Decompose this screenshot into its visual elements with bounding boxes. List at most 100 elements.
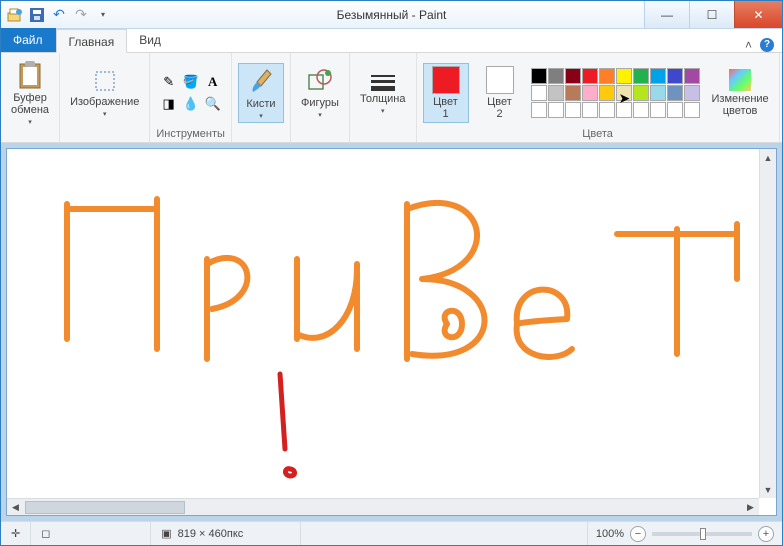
save-icon[interactable] <box>29 7 45 23</box>
color-swatch[interactable] <box>633 68 649 84</box>
app-icon <box>7 7 23 23</box>
group-tools: ✎ 🪣 A ◨ 💧 🔍 Инструменты <box>150 53 232 142</box>
tab-file[interactable]: Файл <box>1 28 56 52</box>
title-bar: ↶ ↷ ▾ Безымянный - Paint — ☐ ✕ <box>1 1 782 29</box>
color-swatch[interactable] <box>531 68 547 84</box>
ribbon: Буфер обмена ▾ Изображение ▾ ✎ 🪣 <box>1 53 782 143</box>
help-icon[interactable]: ? <box>760 38 774 52</box>
color-swatch[interactable] <box>684 68 700 84</box>
minimize-button[interactable]: — <box>644 1 689 28</box>
group-brushes: Кисти ▾ <box>232 53 291 142</box>
quick-access-toolbar: ↶ ↷ ▾ <box>1 7 111 23</box>
color-swatch[interactable] <box>616 85 632 101</box>
color-swatch[interactable] <box>616 102 632 118</box>
redo-icon[interactable]: ↷ <box>73 7 89 23</box>
fill-tool-icon[interactable]: 🪣 <box>181 72 201 92</box>
color1-button[interactable]: Цвет 1 <box>423 63 469 123</box>
maximize-button[interactable]: ☐ <box>689 1 734 28</box>
eraser-tool-icon[interactable]: ◨ <box>159 94 179 114</box>
scrollbar-thumb[interactable] <box>25 501 185 514</box>
zoom-out-button[interactable]: − <box>630 526 646 542</box>
color2-button[interactable]: Цвет 2 <box>477 64 523 122</box>
color-swatch[interactable] <box>531 85 547 101</box>
status-bar: ✛ ◻ ▣ 819 × 460пкс 100% − + <box>1 521 782 545</box>
scroll-left-icon[interactable]: ◀ <box>7 502 24 513</box>
color-swatch[interactable] <box>582 68 598 84</box>
chevron-down-icon: ▾ <box>28 118 32 126</box>
scroll-right-icon[interactable]: ▶ <box>742 502 759 513</box>
zoom-controls: 100% − + <box>588 526 782 542</box>
color-swatch[interactable] <box>650 85 666 101</box>
group-image: Изображение ▾ <box>60 53 150 142</box>
crosshair-icon: ✛ <box>11 527 20 540</box>
color2-swatch <box>486 66 514 94</box>
tab-home[interactable]: Главная <box>56 29 128 53</box>
zoom-slider[interactable] <box>652 532 752 536</box>
ribbon-tabs: Файл Главная Вид ˄ ? <box>1 29 782 53</box>
scroll-down-icon[interactable]: ▼ <box>760 481 776 498</box>
brushes-button[interactable]: Кисти ▾ <box>238 63 284 123</box>
chevron-down-icon: ▾ <box>259 112 263 120</box>
horizontal-scrollbar[interactable]: ◀ ▶ <box>7 498 759 515</box>
color-swatch[interactable] <box>565 102 581 118</box>
color-swatch[interactable] <box>599 85 615 101</box>
zoom-slider-knob[interactable] <box>700 528 706 540</box>
color-swatch[interactable] <box>548 102 564 118</box>
vertical-scrollbar[interactable]: ▲ ▼ <box>759 149 776 498</box>
color-swatch[interactable] <box>531 102 547 118</box>
color-swatch[interactable] <box>650 68 666 84</box>
color-swatch[interactable] <box>599 68 615 84</box>
ribbon-collapse-icon[interactable]: ˄ <box>745 38 752 52</box>
canvas[interactable]: ▲ ▼ ◀ ▶ <box>7 149 776 515</box>
color-swatch[interactable] <box>548 85 564 101</box>
color-swatch[interactable] <box>667 85 683 101</box>
color-swatch[interactable] <box>633 85 649 101</box>
color-swatch[interactable] <box>582 102 598 118</box>
zoom-tool-icon[interactable]: 🔍 <box>203 94 223 114</box>
close-button[interactable]: ✕ <box>734 1 782 28</box>
chevron-down-icon: ▾ <box>381 107 385 115</box>
color-swatch[interactable] <box>633 102 649 118</box>
color-swatch[interactable] <box>667 68 683 84</box>
zoom-in-button[interactable]: + <box>758 526 774 542</box>
qat-dropdown-icon[interactable]: ▾ <box>95 7 111 23</box>
scroll-up-icon[interactable]: ▲ <box>760 149 776 166</box>
chevron-down-icon: ▾ <box>103 110 107 118</box>
image-select-button[interactable]: Изображение ▾ <box>66 66 143 120</box>
canvas-size-label: 819 × 460пкс <box>178 528 244 540</box>
color-swatch[interactable] <box>582 85 598 101</box>
color-swatch[interactable] <box>684 85 700 101</box>
edit-colors-icon <box>729 69 751 91</box>
color-swatch[interactable] <box>548 68 564 84</box>
color1-swatch <box>432 66 460 94</box>
color-swatch[interactable] <box>684 102 700 118</box>
tab-view[interactable]: Вид <box>127 28 174 52</box>
color-swatch[interactable] <box>650 102 666 118</box>
undo-icon[interactable]: ↶ <box>51 7 67 23</box>
group-shapes: Фигуры ▾ <box>291 53 350 142</box>
work-area: ▲ ▼ ◀ ▶ <box>1 143 782 521</box>
color-palette <box>531 68 700 118</box>
thickness-button[interactable]: Толщина ▾ <box>356 69 410 117</box>
color-swatch[interactable] <box>616 68 632 84</box>
group-colors: Цвет 1 Цвет 2 Изменение цветов Цвета ➤ <box>417 53 780 142</box>
color-swatch[interactable] <box>565 85 581 101</box>
edit-colors-button[interactable]: Изменение цветов <box>708 67 773 119</box>
colors-section-label: Цвета <box>582 128 613 140</box>
cursor-position-cell: ✛ <box>1 522 31 545</box>
clipboard-button[interactable]: Буфер обмена ▾ <box>7 58 53 128</box>
text-tool-icon[interactable]: A <box>203 72 223 92</box>
group-thickness: Толщина ▾ <box>350 53 417 142</box>
color-swatch[interactable] <box>599 102 615 118</box>
drawing-content <box>7 149 767 489</box>
picker-tool-icon[interactable]: 💧 <box>181 94 201 114</box>
pencil-tool-icon[interactable]: ✎ <box>159 72 179 92</box>
app-window: ↶ ↷ ▾ Безымянный - Paint — ☐ ✕ Файл Глав… <box>0 0 783 546</box>
shapes-button[interactable]: Фигуры ▾ <box>297 65 343 121</box>
zoom-label: 100% <box>596 528 624 540</box>
canvas-size-cell: ▣ 819 × 460пкс <box>151 522 301 545</box>
selection-icon: ◻ <box>41 527 50 540</box>
tools-section-label: Инструменты <box>156 128 225 140</box>
color-swatch[interactable] <box>667 102 683 118</box>
color-swatch[interactable] <box>565 68 581 84</box>
